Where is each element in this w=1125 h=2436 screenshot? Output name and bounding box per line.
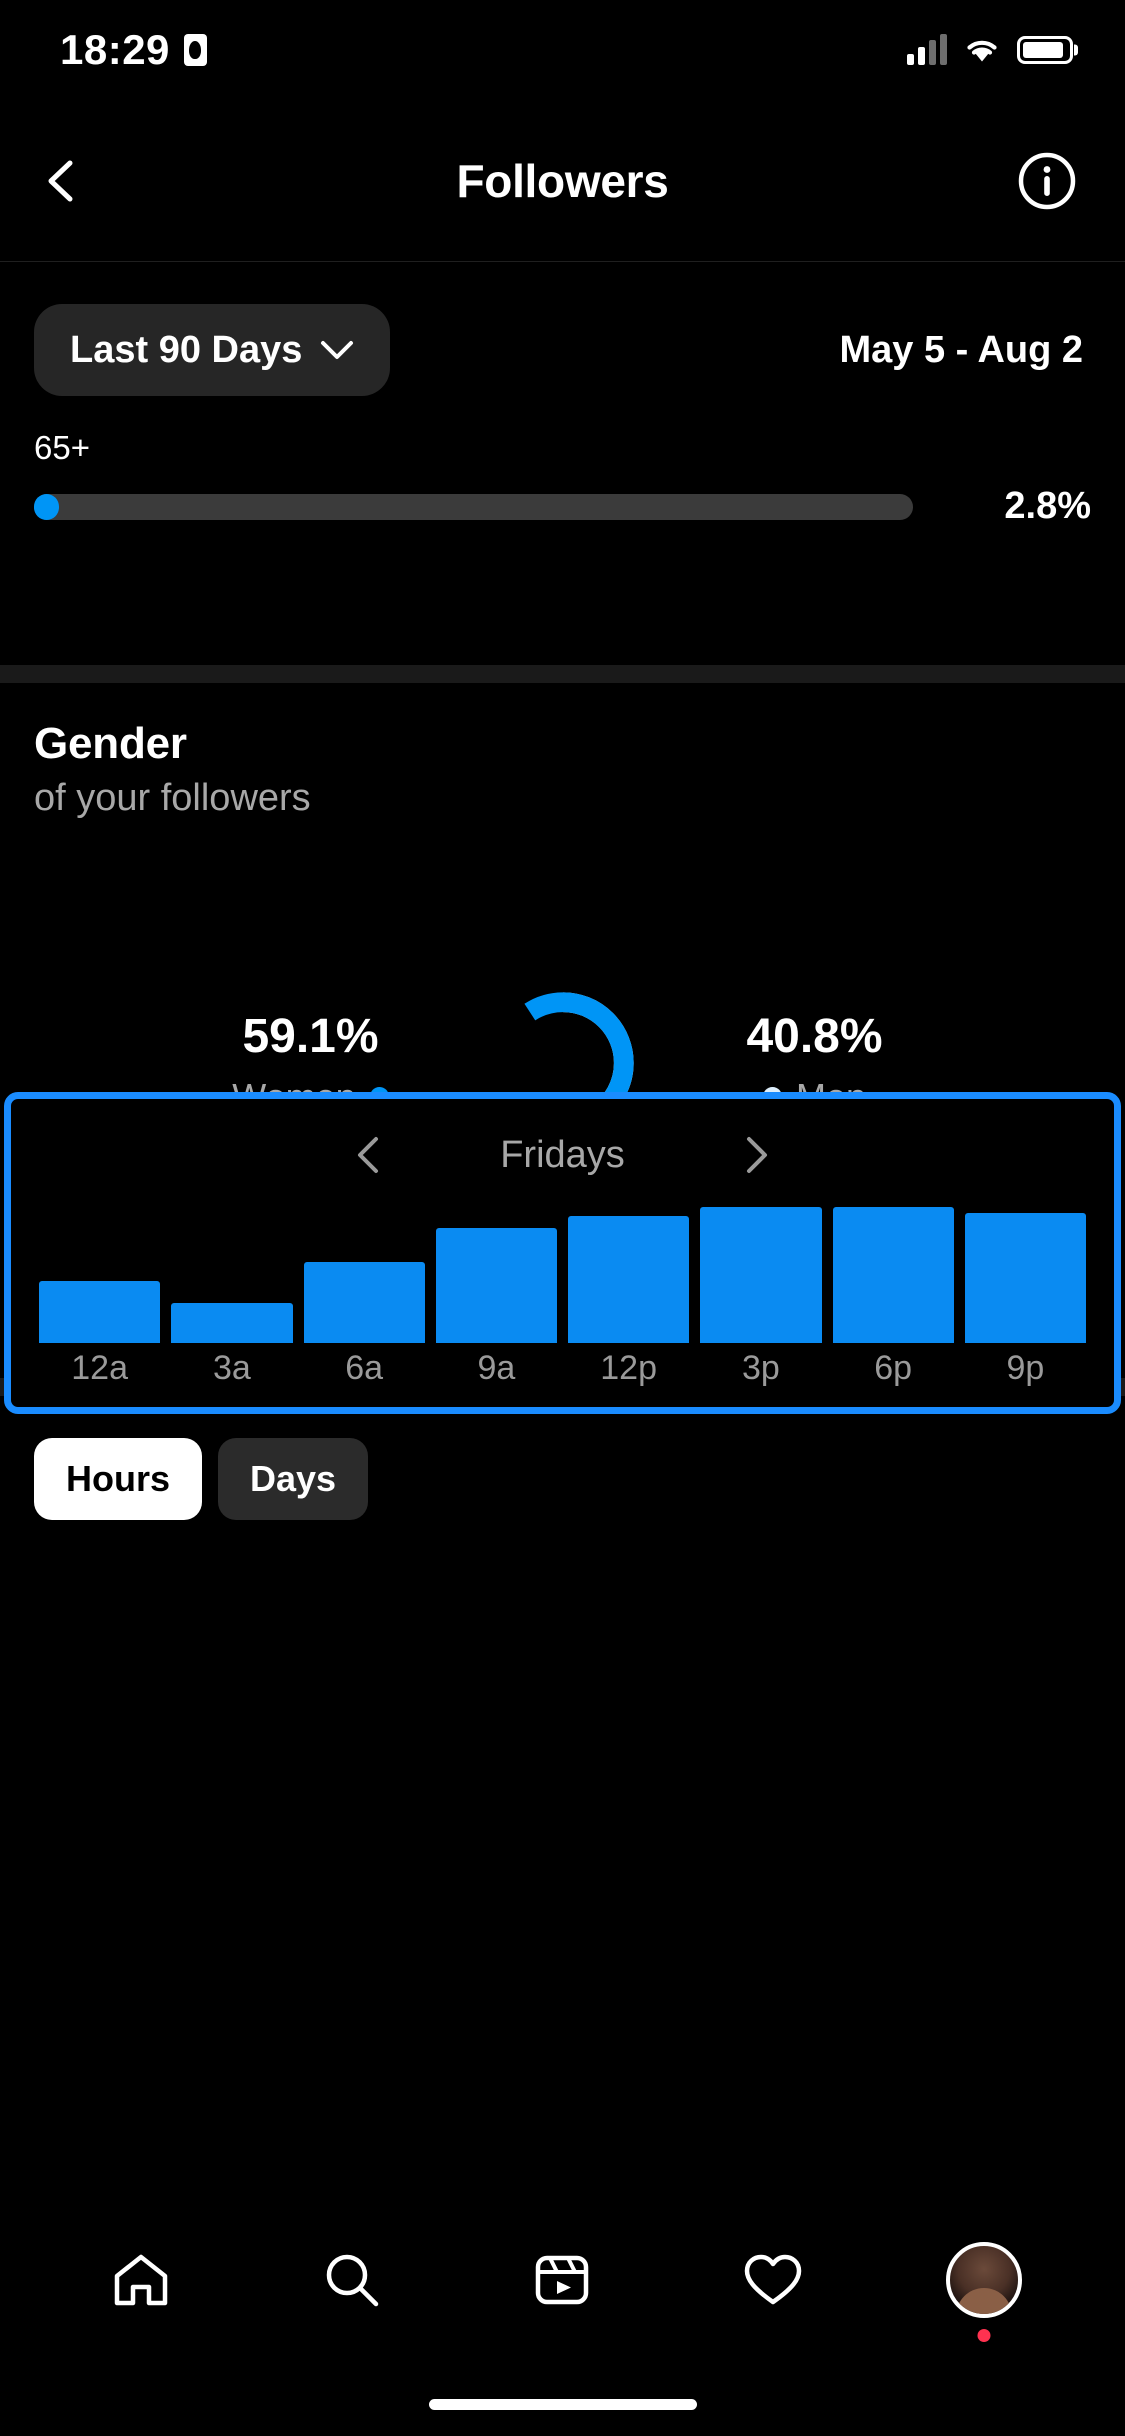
bar-9a — [436, 1228, 557, 1343]
id-card-icon — [184, 34, 207, 66]
wifi-icon — [963, 36, 1001, 64]
gender-section: Gender of your followers — [0, 683, 1125, 883]
back-chevron-icon[interactable] — [36, 155, 88, 207]
bar-3a — [171, 1303, 292, 1343]
gender-section-subtitle: of your followers — [34, 777, 311, 820]
women-percent: 59.1% — [161, 1009, 461, 1064]
home-indicator — [429, 2399, 697, 2410]
chevron-down-icon — [320, 339, 354, 361]
bottom-navigation-bar — [0, 2220, 1125, 2340]
reels-icon[interactable] — [507, 2232, 617, 2328]
axis-label-3p: 3p — [700, 1349, 821, 1393]
axis-label-6a: 6a — [304, 1349, 425, 1393]
axis-label-9p: 9p — [965, 1349, 1086, 1393]
bar-3p — [700, 1207, 821, 1343]
axis-label-6p: 6p — [833, 1349, 954, 1393]
axis-label-3a: 3a — [171, 1349, 292, 1393]
men-percent: 40.8% — [665, 1009, 965, 1064]
chevron-left-icon[interactable] — [346, 1132, 392, 1178]
age-bar-row: 2.8% — [34, 485, 1091, 528]
info-circle-icon[interactable] — [1017, 151, 1077, 211]
heart-icon[interactable] — [718, 2232, 828, 2328]
bar-12p — [568, 1216, 689, 1343]
bar-12a — [39, 1281, 160, 1343]
home-icon[interactable] — [86, 2232, 196, 2328]
battery-icon — [1017, 36, 1073, 64]
gender-section-title: Gender — [34, 719, 311, 769]
bar-6p — [833, 1207, 954, 1343]
age-percent-label: 2.8% — [941, 485, 1091, 528]
axis-label-12p: 12p — [568, 1349, 689, 1393]
age-progress-track — [34, 494, 913, 520]
chevron-right-icon[interactable] — [733, 1132, 779, 1178]
search-icon[interactable] — [297, 2232, 407, 2328]
axis-label-9a: 9a — [436, 1349, 557, 1393]
tab-hours[interactable]: Hours — [34, 1438, 202, 1520]
age-progress-fill — [34, 494, 59, 520]
status-time: 18:29 — [60, 26, 170, 74]
date-range-filter-button[interactable]: Last 90 Days — [34, 304, 390, 396]
status-bar-left: 18:29 — [60, 26, 207, 74]
hourly-axis-labels: 12a3a 6a9a12p3p 6p9p — [39, 1349, 1086, 1393]
bar-9p — [965, 1213, 1086, 1343]
age-bucket-label: 65+ — [34, 429, 90, 467]
status-bar-right — [907, 35, 1073, 65]
chart-day-navigator: Fridays — [11, 1119, 1114, 1191]
avatar — [946, 2242, 1022, 2318]
notification-dot — [977, 2329, 990, 2342]
axis-label-12a: 12a — [39, 1349, 160, 1393]
section-divider-1 — [0, 665, 1125, 683]
date-range-value: May 5 - Aug 2 — [839, 329, 1091, 372]
cellular-signal-icon — [907, 35, 947, 65]
instagram-followers-insights-screen: 18:29 Followers — [0, 0, 1125, 2436]
date-range-filter-label: Last 90 Days — [70, 329, 302, 372]
chart-day-label: Fridays — [500, 1134, 625, 1177]
hourly-activity-chart-card[interactable]: Fridays 12a3a 6a9a12p3p 6p9p — [4, 1092, 1121, 1414]
tab-days[interactable]: Days — [218, 1438, 368, 1520]
profile-avatar[interactable] — [929, 2232, 1039, 2328]
hourly-bars — [39, 1195, 1086, 1343]
nav-header: Followers — [0, 100, 1125, 262]
most-active-times-tabs: Hours Days — [34, 1438, 368, 1520]
page-title: Followers — [0, 154, 1125, 208]
status-bar: 18:29 — [0, 0, 1125, 100]
date-range-row: Last 90 Days May 5 - Aug 2 — [0, 263, 1125, 437]
bar-6a — [304, 1262, 425, 1343]
age-range-section: 65+ 2.8% — [0, 437, 1125, 665]
